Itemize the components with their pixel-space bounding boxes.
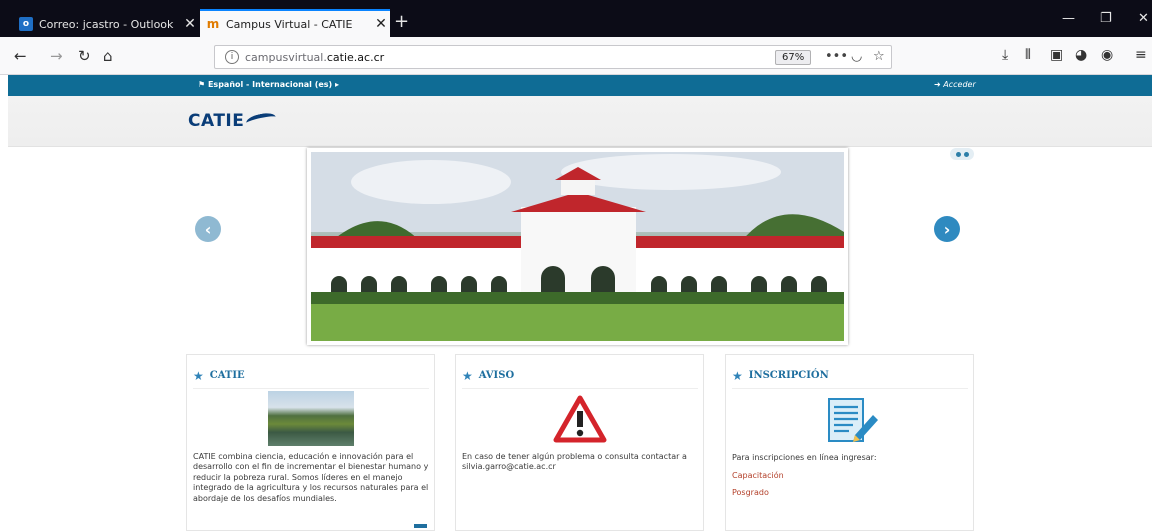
- catie-logo[interactable]: CATIE: [188, 111, 278, 131]
- pager-dot[interactable]: [963, 151, 969, 157]
- sidebar-icon[interactable]: ▣: [1050, 47, 1063, 63]
- star-icon: ★: [193, 368, 204, 383]
- block-header: ★ AVISO: [462, 363, 698, 389]
- menu-icon[interactable]: ≡: [1135, 47, 1147, 63]
- slider-prev-button[interactable]: ‹: [195, 216, 221, 242]
- block-catie: ★ CATIE CATIE combina ciencia, educación…: [186, 354, 435, 531]
- scroll-tab[interactable]: [414, 524, 427, 528]
- restore-icon[interactable]: ❐: [1100, 11, 1112, 26]
- block-text: En caso de tener algún problema o consul…: [462, 452, 687, 472]
- block-text: CATIE combina ciencia, educación e innov…: [193, 452, 429, 503]
- language-menu[interactable]: ⚑ Español - Internacional (es) ▸: [198, 80, 339, 89]
- url-prefix: campusvirtual.: [245, 50, 327, 64]
- star-icon: ★: [462, 368, 473, 383]
- block-inscripcion: ★ INSCRIPCIÓN Para inscripciones en líne…: [725, 354, 974, 531]
- block-title: INSCRIPCIÓN: [748, 370, 829, 381]
- address-bar[interactable]: i campusvirtual. catie.ac.cr 67% ••• ◡ ☆: [214, 45, 892, 69]
- forward-icon[interactable]: →: [50, 47, 63, 65]
- account-icon[interactable]: ◉: [1101, 47, 1113, 63]
- block-text: Para inscripciones en línea ingresar:: [732, 453, 877, 462]
- page-content: ⚑ Español - Internacional (es) ▸ ➜ Acced…: [0, 75, 1152, 531]
- minimize-icon[interactable]: —: [1062, 11, 1075, 26]
- posgrado-link[interactable]: Posgrado: [732, 488, 769, 497]
- block-aviso: ★ AVISO En caso de tener algún problema …: [455, 354, 704, 531]
- hero-image: [307, 148, 848, 345]
- capacitacion-link[interactable]: Capacitación: [732, 471, 784, 480]
- language-label: Español - Internacional (es) ▸: [207, 80, 340, 89]
- login-label: Acceder: [943, 80, 976, 89]
- url-host: catie.ac.cr: [326, 50, 385, 64]
- star-icon: ★: [732, 368, 743, 383]
- warning-icon: [553, 395, 607, 443]
- tab-campus-virtual[interactable]: m Campus Virtual - CATIE ✕: [200, 9, 390, 37]
- pocket-icon[interactable]: ◡: [851, 49, 862, 64]
- back-icon[interactable]: ←: [14, 47, 27, 65]
- login-link[interactable]: ➜ Acceder: [934, 80, 976, 89]
- tab-outlook[interactable]: o Correo: jcastro - Outlook ✕: [13, 11, 199, 37]
- download-icon[interactable]: ⤓: [1002, 47, 1008, 63]
- block-title: CATIE: [209, 370, 245, 381]
- reload-icon[interactable]: ↻: [78, 47, 91, 65]
- outlook-icon: o: [19, 17, 33, 31]
- page-actions-icon[interactable]: •••: [825, 49, 848, 64]
- landscape-image: [268, 391, 354, 446]
- home-icon[interactable]: ⌂: [103, 47, 113, 65]
- top-navbar: ⚑ Español - Internacional (es) ▸ ➜ Acced…: [8, 75, 1152, 96]
- tab-title: Campus Virtual - CATIE: [226, 17, 353, 31]
- new-tab-button[interactable]: +: [394, 13, 409, 31]
- slider-pager[interactable]: [950, 148, 974, 160]
- zoom-indicator[interactable]: 67%: [775, 50, 812, 65]
- close-icon[interactable]: ✕: [181, 16, 199, 32]
- pager-dot[interactable]: [955, 151, 961, 157]
- tab-title: Correo: jcastro - Outlook: [39, 17, 174, 31]
- logo-text: CATIE: [188, 111, 245, 131]
- bookmark-star-icon[interactable]: ☆: [873, 49, 885, 64]
- extension-icon[interactable]: ◕: [1075, 47, 1087, 63]
- close-window-icon[interactable]: ✕: [1138, 11, 1149, 26]
- catie-icon: m: [206, 17, 220, 31]
- logo-swoosh-icon: [245, 111, 278, 129]
- header-band: [8, 96, 1152, 147]
- close-icon[interactable]: ✕: [372, 16, 390, 32]
- navigation-bar: ← → ↻ ⌂ i campusvirtual. catie.ac.cr 67% …: [0, 37, 1152, 75]
- block-header: ★ CATIE: [193, 363, 429, 389]
- info-icon[interactable]: i: [225, 50, 239, 64]
- block-title: AVISO: [478, 370, 515, 381]
- block-header: ★ INSCRIPCIÓN: [732, 363, 968, 389]
- building-illustration: [311, 152, 844, 341]
- browser-tab-strip: o Correo: jcastro - Outlook ✕ m Campus V…: [0, 0, 1152, 37]
- form-edit-icon: [828, 398, 878, 442]
- library-icon[interactable]: ⫴: [1025, 47, 1031, 63]
- slider-next-button[interactable]: ›: [934, 216, 960, 242]
